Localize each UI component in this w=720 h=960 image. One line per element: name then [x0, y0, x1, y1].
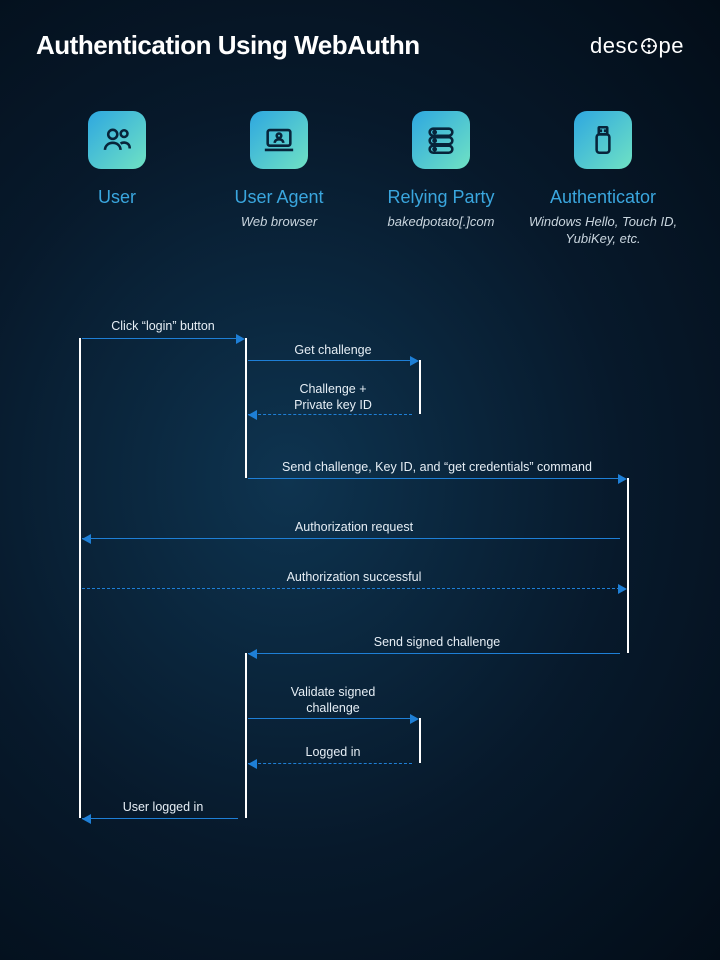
- message-label: Send signed challenge: [251, 635, 623, 651]
- laptop-icon: [250, 111, 308, 169]
- page-title: Authentication Using WebAuthn: [36, 30, 420, 61]
- participant-sublabel: Windows Hello, Touch ID, YubiKey, etc.: [528, 214, 678, 248]
- usb-icon: [574, 111, 632, 169]
- message-arrow: [248, 478, 620, 479]
- header: Authentication Using WebAuthn desc pe: [0, 0, 720, 71]
- brand-pre: desc: [590, 33, 638, 59]
- participant-relying-party: Relying Party bakedpotato[.]com: [360, 111, 522, 248]
- message-label: Challenge + Private key ID: [251, 382, 415, 413]
- participant-sublabel: Web browser: [241, 214, 317, 231]
- message-label: Authorization successful: [85, 570, 623, 586]
- brand-logo: desc pe: [590, 33, 684, 59]
- message-label: Logged in: [251, 745, 415, 761]
- message-arrow: [248, 763, 412, 764]
- server-icon: [412, 111, 470, 169]
- message-arrow: [82, 538, 620, 539]
- users-icon: [88, 111, 146, 169]
- participant-label: Authenticator: [550, 187, 656, 208]
- message-label: User logged in: [85, 800, 241, 816]
- participant-sublabel: bakedpotato[.]com: [388, 214, 495, 231]
- message-label: Get challenge: [251, 343, 415, 359]
- participant-user-agent: User Agent Web browser: [198, 111, 360, 248]
- message-label: Authorization request: [85, 520, 623, 536]
- message-label: Validate signed challenge: [251, 685, 415, 716]
- message-arrow: [82, 338, 238, 339]
- lifeline: [79, 338, 81, 818]
- participant-user: User: [36, 111, 198, 248]
- brand-scope-icon: [640, 37, 658, 55]
- participant-label: User: [98, 187, 136, 208]
- brand-post: pe: [659, 33, 684, 59]
- participant-authenticator: Authenticator Windows Hello, Touch ID, Y…: [522, 111, 684, 248]
- sequence-diagram: Click “login” button Get challenge Challen…: [0, 310, 720, 930]
- message-label: Click “login” button: [85, 319, 241, 335]
- message-arrow: [248, 360, 412, 361]
- message-label: Send challenge, Key ID, and “get credent…: [251, 460, 623, 476]
- lifeline: [245, 653, 247, 818]
- lifeline: [245, 338, 247, 478]
- lifeline: [419, 360, 421, 414]
- lifeline: [627, 478, 629, 653]
- arrow-head-icon: [236, 334, 245, 344]
- message-arrow: [82, 818, 238, 819]
- lifeline: [419, 718, 421, 763]
- message-arrow: [248, 414, 412, 415]
- participant-label: Relying Party: [387, 187, 494, 208]
- message-arrow: [82, 588, 620, 589]
- message-arrow: [248, 718, 412, 719]
- participant-label: User Agent: [234, 187, 323, 208]
- message-arrow: [248, 653, 620, 654]
- participants-row: User User Agent Web browser Relyi: [0, 71, 720, 248]
